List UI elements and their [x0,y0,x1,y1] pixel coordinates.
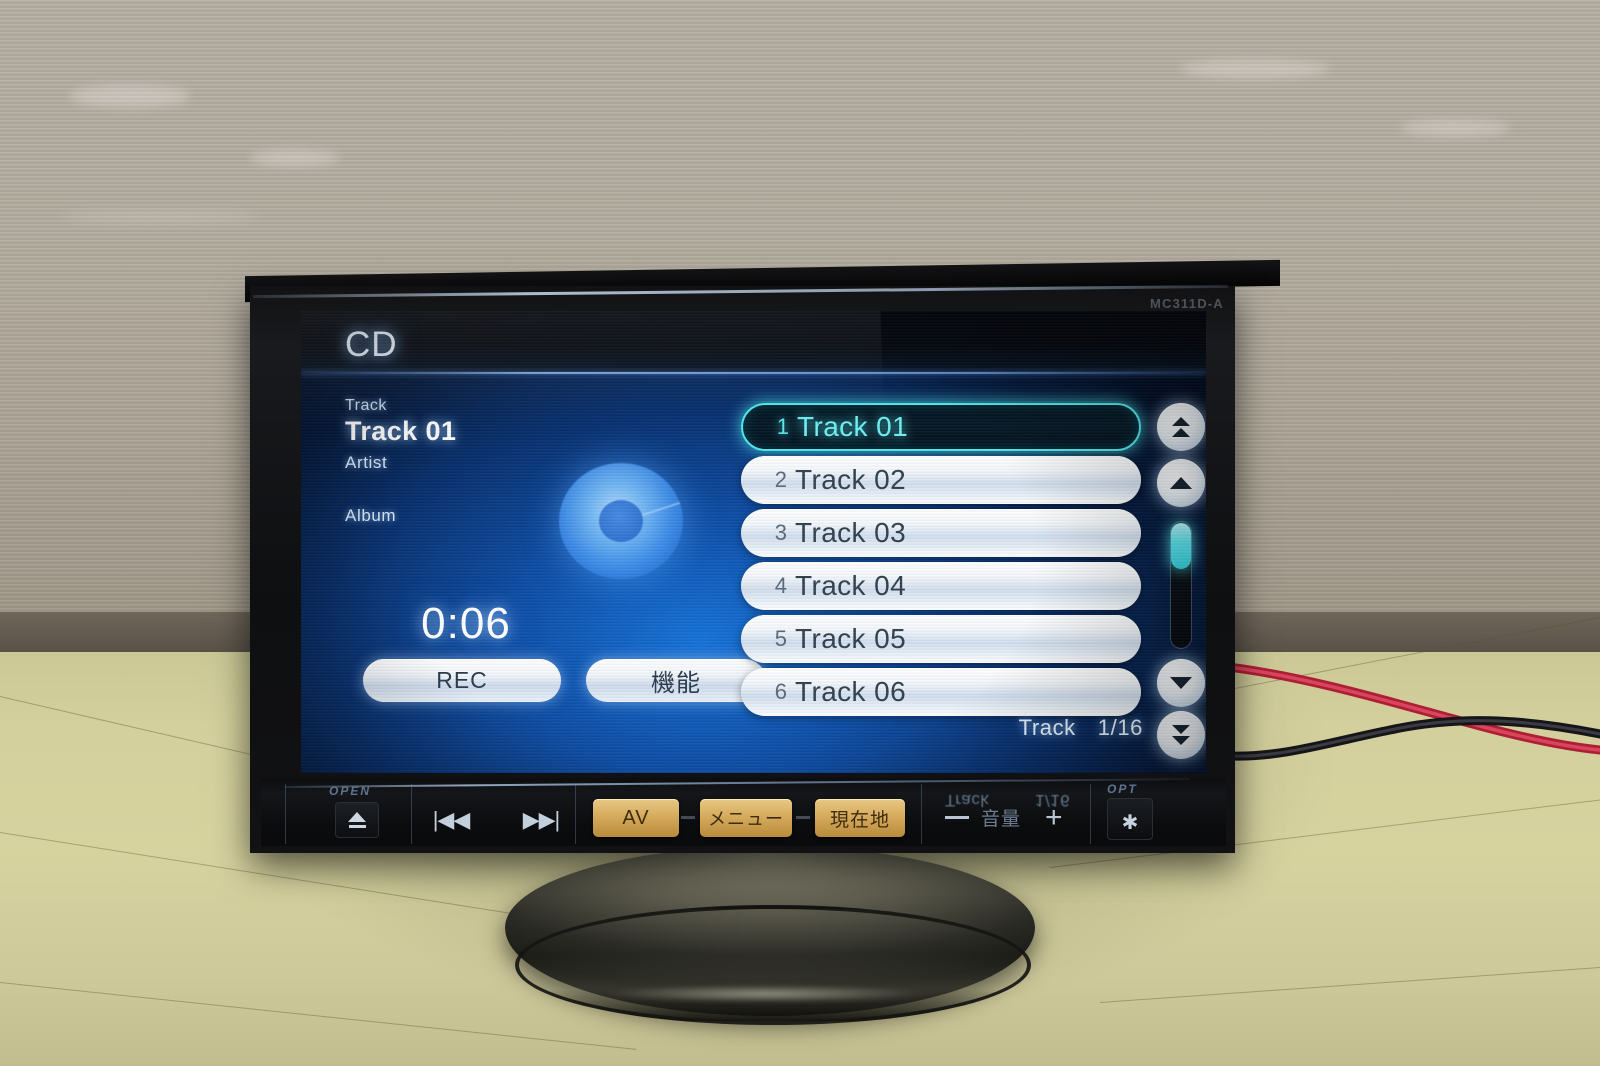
track-number: 2 [774,467,787,492]
wall-scuff [1180,60,1330,78]
stand-highlight [600,985,930,1003]
function-button[interactable]: 機能 [586,659,766,702]
bar-divider [411,784,412,844]
opt-button[interactable]: ✱ [1107,798,1153,840]
double-chevron-up-icon [1172,417,1190,426]
track-counter: Track 1/16 [853,715,1143,741]
bar-divider [921,784,922,844]
wall-scuff [60,210,260,224]
disc-center-hole [599,500,643,542]
bar-divider [285,784,286,844]
bar-divider [575,784,576,844]
open-label: OPEN [329,784,372,798]
track-list-item[interactable]: 6 Track 06 [741,668,1141,716]
track-list-item[interactable]: 4 Track 04 [741,562,1141,610]
header-divider [301,372,1206,374]
scroll-controls [1153,403,1206,763]
page-up-button[interactable] [1157,403,1205,451]
elapsed-time: 0:06 [421,599,511,648]
track-list[interactable]: 1 Track 01 2 Track 02 3 Track 03 4 Track… [741,403,1141,721]
display-stand-rim [515,905,1031,1025]
volume-label: 音量 [981,809,1022,830]
model-number-label: MC311D-A [1150,296,1224,311]
track-counter-value: 1/16 [1097,715,1143,740]
track-name: Track 01 [797,411,909,442]
bar-dash [796,816,810,819]
track-list-item[interactable]: 1 Track 01 [741,403,1141,451]
track-name: Track 03 [795,517,907,548]
rec-button[interactable]: REC [363,659,561,702]
chevron-down-icon [1170,677,1192,689]
track-number: 1 [776,414,789,439]
track-name: Track 06 [795,676,907,707]
track-name: Track 02 [795,464,907,495]
double-chevron-down-icon [1172,725,1190,734]
cd-disc-icon [559,463,683,579]
double-chevron-down-icon [1172,736,1190,745]
asterisk-icon: ✱ [1121,811,1139,834]
volume-up-button[interactable]: + [1045,803,1063,833]
touchscreen-display[interactable]: CD Track Track 01 Artist Album 0:06 REC … [301,311,1206,773]
scrollbar-thumb[interactable] [1171,523,1191,569]
photo-scene: MC311D-A CD Track Track 01 Artist Album … [0,0,1600,1066]
next-track-button[interactable]: ▶▶| [513,806,569,834]
track-title-value: Track 01 [345,416,457,446]
track-number: 4 [774,573,787,598]
track-number: 3 [774,520,787,545]
track-label: Track [345,397,387,414]
eject-open-button[interactable] [335,802,379,838]
page-title: CD [345,325,398,364]
wall-scuff [70,85,190,107]
opt-label: OPT [1107,782,1138,796]
car-av-head-unit: MC311D-A CD Track Track 01 Artist Album … [245,259,1280,853]
line-up-button[interactable] [1157,459,1205,507]
double-chevron-up-icon [1172,428,1190,437]
track-number: 6 [774,679,787,704]
track-list-item[interactable]: 2 Track 02 [741,456,1141,504]
track-list-item[interactable]: 5 Track 05 [741,615,1141,663]
bar-divider [1090,784,1091,844]
page-down-button[interactable] [1157,711,1205,759]
power-wires [1220,661,1600,761]
track-name: Track 05 [795,623,907,654]
menu-button[interactable]: メニュー [700,799,792,837]
eject-icon [348,812,366,822]
bar-dash [681,816,695,819]
eject-icon-bar [348,825,366,828]
track-counter-label: Track [1018,715,1076,740]
track-name: Track 04 [795,570,907,601]
wall-scuff [250,150,340,166]
line-down-button[interactable] [1157,659,1205,707]
wall-scuff [1400,120,1510,136]
previous-track-button[interactable]: |◀◀ [423,806,479,834]
screen-header [301,311,1206,373]
chevron-up-icon [1170,477,1192,489]
track-number: 5 [774,626,787,651]
track-list-item[interactable]: 3 Track 03 [741,509,1141,557]
av-button[interactable]: AV [593,799,679,837]
volume-down-button[interactable] [945,816,969,819]
current-location-button[interactable]: 現在地 [815,799,905,837]
